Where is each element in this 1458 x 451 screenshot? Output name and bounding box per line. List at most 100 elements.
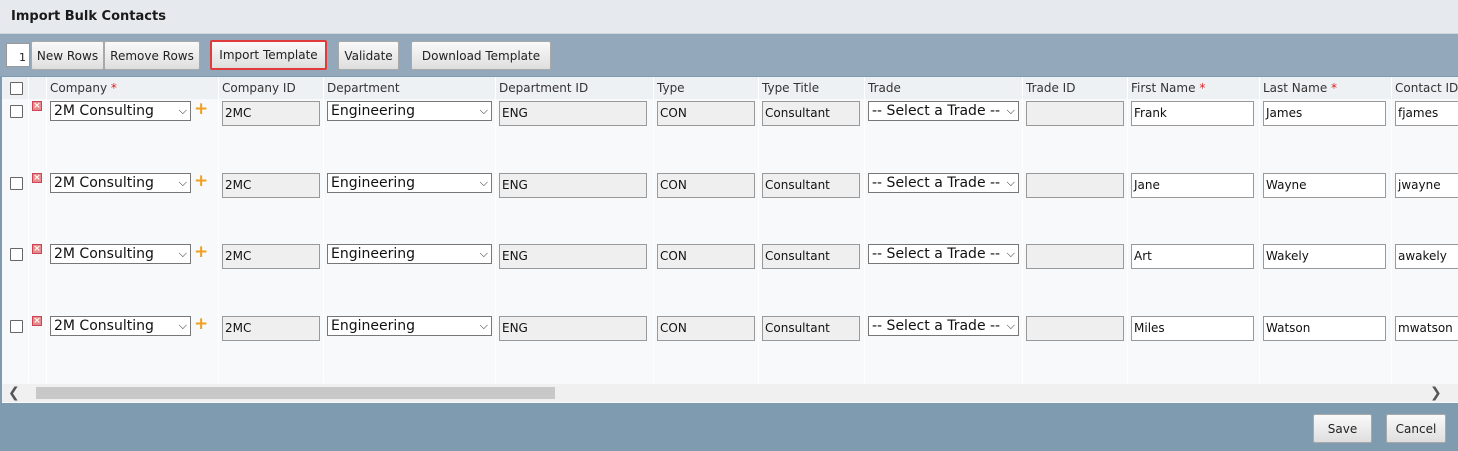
company-select[interactable]: 2M Consulting ⌵ xyxy=(50,173,191,193)
trade-value: -- Select a Trade -- xyxy=(872,175,1001,191)
last-name-input[interactable]: Watson xyxy=(1263,316,1386,341)
row-checkbox[interactable] xyxy=(10,248,23,261)
import-template-button[interactable]: Import Template xyxy=(210,40,327,70)
type-field: CON xyxy=(657,173,755,198)
chevron-down-icon: ⌵ xyxy=(178,104,187,117)
company-id-field: 2MC xyxy=(222,101,320,126)
first-name-input[interactable]: Frank xyxy=(1131,101,1254,126)
department-id-field: ENG xyxy=(499,316,647,341)
validate-button[interactable]: Validate xyxy=(338,41,399,70)
type-title-field: Consultant xyxy=(762,173,860,198)
row-checkbox[interactable] xyxy=(10,105,23,118)
column-divider xyxy=(28,77,29,383)
chevron-down-icon: ⌵ xyxy=(479,176,488,189)
delete-x-icon[interactable]: × xyxy=(32,244,42,254)
contact-id-input[interactable]: mwatson xyxy=(1395,316,1458,341)
chevron-down-icon: ⌵ xyxy=(1006,176,1015,189)
column-divider xyxy=(1391,77,1392,383)
new-rows-button[interactable]: New Rows xyxy=(31,41,104,70)
department-select[interactable]: Engineering ⌵ xyxy=(327,173,492,193)
department-select[interactable]: Engineering ⌵ xyxy=(327,244,492,264)
header-contact-id: Contact ID xyxy=(1395,81,1458,95)
last-name-input[interactable]: James xyxy=(1263,101,1386,126)
column-divider xyxy=(864,77,865,383)
first-name-input[interactable]: Miles xyxy=(1131,316,1254,341)
chevron-down-icon: ⌵ xyxy=(1006,247,1015,260)
plus-icon[interactable]: + xyxy=(194,244,208,261)
company-value: 2M Consulting xyxy=(54,103,154,119)
delete-x-icon[interactable]: × xyxy=(32,173,42,183)
select-all-checkbox[interactable] xyxy=(10,82,23,95)
delete-x-icon[interactable]: × xyxy=(32,316,42,326)
download-template-button[interactable]: Download Template xyxy=(411,41,551,70)
column-divider xyxy=(1022,77,1023,383)
company-value: 2M Consulting xyxy=(54,246,154,262)
last-name-input[interactable]: Wayne xyxy=(1263,173,1386,198)
department-value: Engineering xyxy=(331,246,415,262)
header-type: Type xyxy=(657,81,685,95)
contact-id-input[interactable]: jwayne xyxy=(1395,173,1458,198)
type-title-field: Consultant xyxy=(762,316,860,341)
type-field: CON xyxy=(657,244,755,269)
chevron-right-icon[interactable]: ❯ xyxy=(1430,384,1442,402)
trade-select[interactable]: -- Select a Trade -- ⌵ xyxy=(868,173,1019,193)
scrollbar-thumb[interactable] xyxy=(36,387,555,399)
plus-icon[interactable]: + xyxy=(194,173,208,190)
contact-id-input[interactable]: awakely xyxy=(1395,244,1458,269)
chevron-left-icon[interactable]: ❮ xyxy=(8,384,20,402)
chevron-down-icon: ⌵ xyxy=(178,176,187,189)
title-bar: Import Bulk Contacts xyxy=(0,0,1458,34)
department-id-field: ENG xyxy=(499,101,647,126)
first-name-input[interactable]: Jane xyxy=(1131,173,1254,198)
remove-rows-button[interactable]: Remove Rows xyxy=(104,41,200,70)
header-company: Company * xyxy=(50,81,117,95)
trade-select[interactable]: -- Select a Trade -- ⌵ xyxy=(868,101,1019,121)
header-company-id: Company ID xyxy=(222,81,296,95)
first-name-input[interactable]: Art xyxy=(1131,244,1254,269)
company-value: 2M Consulting xyxy=(54,318,154,334)
trade-id-field xyxy=(1026,244,1124,269)
chevron-down-icon: ⌵ xyxy=(178,319,187,332)
header-first-name: First Name * xyxy=(1131,81,1206,95)
department-select[interactable]: Engineering ⌵ xyxy=(327,101,492,121)
company-id-field: 2MC xyxy=(222,316,320,341)
header-type-title: Type Title xyxy=(762,81,820,95)
company-select[interactable]: 2M Consulting ⌵ xyxy=(50,316,191,336)
cancel-button[interactable]: Cancel xyxy=(1386,414,1446,443)
chevron-down-icon: ⌵ xyxy=(479,319,488,332)
type-title-field: Consultant xyxy=(762,101,860,126)
row-checkbox[interactable] xyxy=(10,177,23,190)
last-name-input[interactable]: Wakely xyxy=(1263,244,1386,269)
toolbar: 1 New Rows Remove Rows Import Template V… xyxy=(0,34,1458,76)
type-field: CON xyxy=(657,316,755,341)
plus-icon[interactable]: + xyxy=(194,316,208,333)
header-trade-id: Trade ID xyxy=(1026,81,1076,95)
column-divider xyxy=(323,77,324,383)
trade-id-field xyxy=(1026,173,1124,198)
company-select[interactable]: 2M Consulting ⌵ xyxy=(50,244,191,264)
save-button[interactable]: Save xyxy=(1313,414,1372,443)
company-value: 2M Consulting xyxy=(54,175,154,191)
grid-header xyxy=(2,77,1458,99)
chevron-down-icon: ⌵ xyxy=(1006,104,1015,117)
company-id-field: 2MC xyxy=(222,173,320,198)
row-count-input[interactable]: 1 xyxy=(6,43,30,67)
company-select[interactable]: 2M Consulting ⌵ xyxy=(50,101,191,121)
column-divider xyxy=(653,77,654,383)
department-value: Engineering xyxy=(331,103,415,119)
trade-select[interactable]: -- Select a Trade -- ⌵ xyxy=(868,316,1019,336)
column-divider xyxy=(1259,77,1260,383)
header-department: Department xyxy=(327,81,400,95)
plus-icon[interactable]: + xyxy=(194,101,208,118)
header-department-id: Department ID xyxy=(499,81,589,95)
delete-x-icon[interactable]: × xyxy=(32,101,42,111)
trade-select[interactable]: -- Select a Trade -- ⌵ xyxy=(868,244,1019,264)
horizontal-scrollbar[interactable]: ❮ ❯ xyxy=(2,384,1458,402)
department-select[interactable]: Engineering ⌵ xyxy=(327,316,492,336)
type-field: CON xyxy=(657,101,755,126)
chevron-down-icon: ⌵ xyxy=(1006,319,1015,332)
contact-id-input[interactable]: fjames xyxy=(1395,101,1458,126)
row-checkbox[interactable] xyxy=(10,320,23,333)
header-trade: Trade xyxy=(868,81,901,95)
type-title-field: Consultant xyxy=(762,244,860,269)
